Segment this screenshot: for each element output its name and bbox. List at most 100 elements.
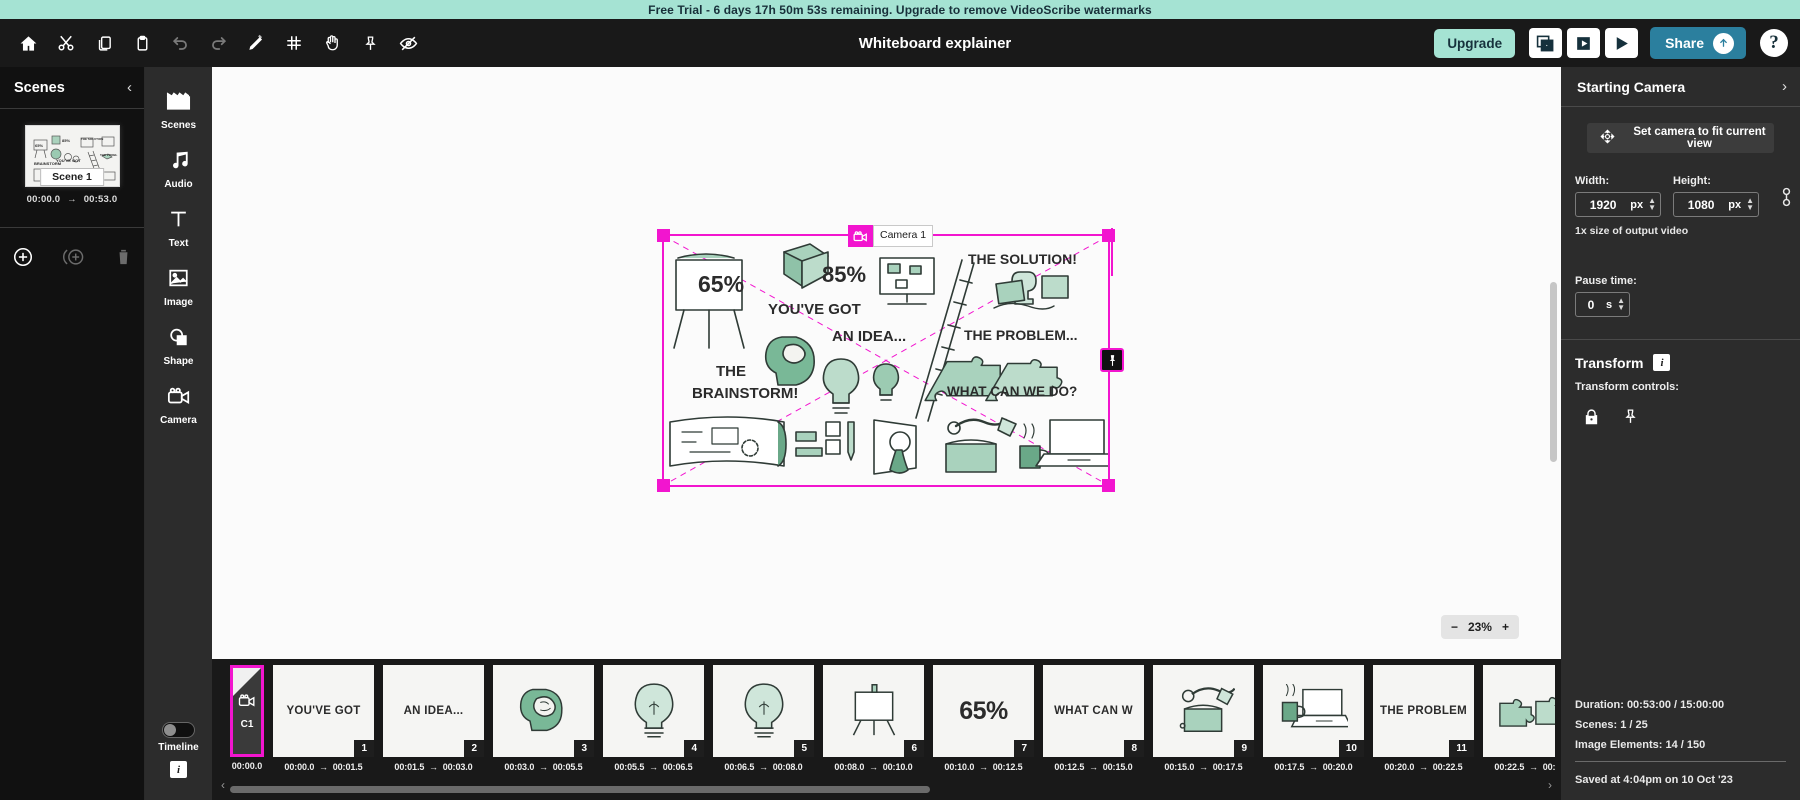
timeline-item[interactable]: YOU'VE GOT 1 00:00.0 → 00:01.5: [273, 665, 374, 777]
timeline-item-thumbnail[interactable]: 3: [493, 665, 594, 757]
art-text-problem: THE PROBLEM...: [964, 327, 1078, 343]
timeline-scrollbar[interactable]: [230, 786, 930, 793]
timeline-camera-box[interactable]: C1: [230, 665, 264, 757]
pause-time-stepper[interactable]: ▲ ▼: [1617, 297, 1625, 312]
timeline-track: C1 00:00.0 YOU'VE GOT 1 00:00.0 → 00:01.5 AN …: [230, 665, 1555, 777]
timeline-scroll-right[interactable]: ›: [1543, 778, 1557, 792]
redo-icon[interactable]: [200, 25, 236, 61]
timeline-camera-label: C1: [240, 718, 254, 730]
share-button-label: Share: [1665, 35, 1704, 51]
timeline-item-thumbnail[interactable]: 12: [1483, 665, 1555, 757]
art-text-solution: THE SOLUTION!: [968, 251, 1077, 267]
timeline-item[interactable]: THE PROBLEM 11 00:20.0 → 00:22.5: [1373, 665, 1474, 777]
tool-scenes[interactable]: Scenes: [145, 81, 212, 140]
delete-scene-button[interactable]: [114, 247, 133, 272]
camera-badge[interactable]: Camera 1: [848, 225, 934, 247]
copy-icon[interactable]: [86, 25, 122, 61]
timeline-item-thumbnail[interactable]: AN IDEA... 2: [383, 665, 484, 757]
height-stepper[interactable]: ▲ ▼: [1746, 197, 1754, 212]
hide-eye-icon[interactable]: [390, 25, 426, 61]
pin-icon[interactable]: [352, 25, 388, 61]
pin-icon[interactable]: [1622, 407, 1639, 431]
paste-icon[interactable]: [124, 25, 160, 61]
timeline-item-thumbnail[interactable]: 10: [1263, 665, 1364, 757]
info-button[interactable]: i: [170, 761, 187, 778]
timeline-item[interactable]: 6 00:08.0 → 00:10.0: [823, 665, 924, 777]
tool-text[interactable]: Text: [145, 199, 212, 258]
scene-arrow: →: [67, 194, 77, 205]
canvas-area[interactable]: 65% 85% YOU'VE GOT AN IDEA... THE BRAINS…: [212, 67, 1561, 659]
lock-icon[interactable]: [1583, 407, 1600, 431]
timeline-item-number: 10: [1338, 740, 1364, 757]
pause-time-input[interactable]: 0 s ▲ ▼: [1575, 292, 1630, 317]
timeline-toggle-label: Timeline: [158, 742, 199, 753]
timeline-item-thumbnail[interactable]: 9: [1153, 665, 1254, 757]
timeline-scroll-left[interactable]: ‹: [216, 778, 230, 792]
upgrade-button[interactable]: Upgrade: [1434, 28, 1516, 58]
help-button[interactable]: ?: [1760, 29, 1788, 57]
draw-hand-icon[interactable]: [238, 25, 274, 61]
scene-list: 65% 85% YOU'VE GOT THE SOLUTION BRAINSTORM…: [0, 109, 144, 205]
tool-audio[interactable]: Audio: [145, 140, 212, 199]
collapse-scenes-icon[interactable]: ‹: [127, 80, 132, 95]
right-properties-panel: Starting Camera › Set camera to fit curr…: [1561, 67, 1800, 800]
timeline-item[interactable]: AN IDEA... 2 00:01.5 → 00:03.0: [383, 665, 484, 777]
add-scene-button[interactable]: [12, 246, 34, 273]
camera-handle-top-right[interactable]: [1102, 229, 1115, 242]
tool-audio-label: Audio: [164, 179, 193, 190]
grid-icon[interactable]: [276, 25, 312, 61]
scene-thumbnail[interactable]: 65% 85% YOU'VE GOT THE SOLUTION BRAINSTORM…: [24, 125, 120, 187]
preview-scene-icon[interactable]: [1529, 28, 1563, 58]
timeline-item-thumbnail[interactable]: 65% 7: [933, 665, 1034, 757]
width-stepper[interactable]: ▲ ▼: [1648, 197, 1656, 212]
expand-panel-icon[interactable]: ›: [1782, 78, 1787, 95]
width-input[interactable]: 1920 px ▲ ▼: [1575, 192, 1661, 217]
timeline-item-thumbnail[interactable]: THE PROBLEM 11: [1373, 665, 1474, 757]
timeline-item[interactable]: 3 00:03.0 → 00:05.5: [493, 665, 594, 777]
share-button[interactable]: Share: [1650, 27, 1746, 59]
timeline-item[interactable]: 5 00:06.5 → 00:08.0: [713, 665, 814, 777]
top-toolbar: Whiteboard explainer Upgrade Share ?: [0, 19, 1800, 67]
camera-frame[interactable]: 65% 85% YOU'VE GOT AN IDEA... THE BRAINS…: [657, 225, 1124, 492]
timeline-camera-marker[interactable]: C1 00:00.0: [230, 665, 264, 777]
timeline-item[interactable]: 12 00:22.5 → 00:25.0: [1483, 665, 1555, 777]
play-scene-icon[interactable]: [1567, 28, 1601, 58]
camera-handle-bottom-left[interactable]: [657, 479, 670, 492]
timeline-item[interactable]: 9 00:15.0 → 00:17.5: [1153, 665, 1254, 777]
timeline-item-thumbnail[interactable]: 5: [713, 665, 814, 757]
timeline-item-range: 00:22.5 → 00:25.0: [1494, 762, 1555, 772]
height-input[interactable]: 1080 px ▲ ▼: [1673, 192, 1759, 217]
link-aspect-ratio-icon[interactable]: [1781, 186, 1792, 213]
play-all-icon[interactable]: [1605, 28, 1639, 58]
scene-card[interactable]: 65% 85% YOU'VE GOT THE SOLUTION BRAINSTORM…: [12, 125, 132, 205]
pan-hand-icon[interactable]: [314, 25, 350, 61]
timeline-item-thumbnail[interactable]: YOU'VE GOT 1: [273, 665, 374, 757]
height-unit: px: [1728, 198, 1742, 211]
tool-shape[interactable]: Shape: [145, 317, 212, 376]
timeline-item-thumbnail[interactable]: 6: [823, 665, 924, 757]
zoom-in-button[interactable]: +: [1502, 620, 1509, 634]
canvas-vertical-scrollbar[interactable]: [1550, 282, 1557, 462]
tool-image-label: Image: [164, 297, 193, 308]
timeline-item-thumbnail[interactable]: WHAT CAN W 8: [1043, 665, 1144, 757]
timeline-item[interactable]: 10 00:17.5 → 00:20.0: [1263, 665, 1364, 777]
timeline-item[interactable]: WHAT CAN W 8 00:12.5 → 00:15.0: [1043, 665, 1144, 777]
camera-handle-bottom-right[interactable]: [1102, 479, 1115, 492]
undo-icon[interactable]: [162, 25, 198, 61]
timeline-item-thumbnail[interactable]: 4: [603, 665, 704, 757]
cut-icon[interactable]: [48, 25, 84, 61]
timeline-toggle[interactable]: [162, 722, 195, 738]
timeline-item[interactable]: 4 00:05.5 → 00:06.5: [603, 665, 704, 777]
tool-camera[interactable]: Camera: [145, 376, 212, 435]
pin-marker[interactable]: [1100, 348, 1124, 372]
transform-info-button[interactable]: i: [1653, 354, 1671, 371]
camera-handle-top-left[interactable]: [657, 229, 670, 242]
tool-image[interactable]: Image: [145, 258, 212, 317]
set-camera-fit-button[interactable]: Set camera to fit current view: [1587, 123, 1774, 153]
saved-timestamp: Saved at 4:04pm on 10 Oct '23: [1575, 774, 1733, 786]
home-icon[interactable]: [10, 25, 46, 61]
zoom-out-button[interactable]: −: [1451, 620, 1458, 634]
duplicate-scene-button[interactable]: [62, 246, 86, 273]
timeline-item-art: [1173, 683, 1236, 740]
timeline-item[interactable]: 65% 7 00:10.0 → 00:12.5: [933, 665, 1034, 777]
